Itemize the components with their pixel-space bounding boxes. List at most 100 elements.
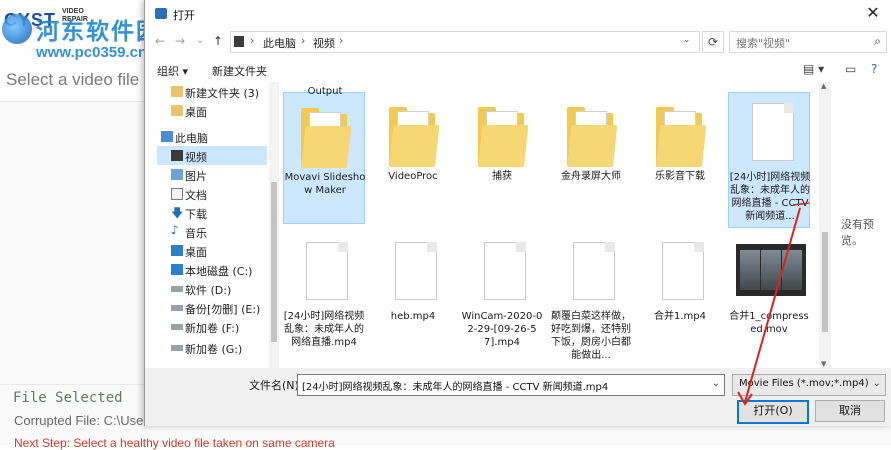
- nav-item-desktop-folder[interactable]: 桌面: [157, 101, 267, 120]
- video-file-icon: [484, 242, 526, 300]
- nav-item-label: 新加卷 (F:): [185, 322, 240, 335]
- nav-item-label: 本地磁盘 (C:): [185, 265, 253, 278]
- video-file-icon: [573, 242, 615, 300]
- next-step-text: Next Step: Select a healthy video file t…: [14, 436, 335, 450]
- dialog-app-icon: [155, 8, 167, 19]
- open-button[interactable]: 打开(O): [737, 400, 809, 424]
- nav-item-downloads[interactable]: 🡇 下载: [157, 203, 267, 222]
- nav-item-documents[interactable]: 文档: [157, 184, 267, 203]
- video-folder-icon: [234, 36, 244, 47]
- folder-icon: [171, 86, 183, 97]
- back-arrow-icon[interactable]: ←: [151, 32, 169, 50]
- file-item[interactable]: 乐影音下载: [639, 92, 721, 224]
- file-name: Movavi Slideshow Maker: [284, 172, 366, 196]
- nav-item-new-folder[interactable]: 新建文件夹 (3): [157, 82, 267, 101]
- organize-button[interactable]: 组织 ▾: [157, 63, 188, 79]
- recent-locations-chevron-icon[interactable]: ⌄: [191, 32, 209, 50]
- nav-item-label: 软件 (D:): [185, 284, 232, 297]
- scroll-up-icon[interactable]: ▲: [821, 82, 826, 90]
- forward-arrow-icon[interactable]: →: [171, 32, 189, 50]
- nav-item-videos[interactable]: 视频: [157, 146, 267, 165]
- file-item[interactable]: Output Movavi Slideshow Maker: [283, 86, 366, 224]
- file-item[interactable]: 捕获: [461, 92, 543, 224]
- drive-icon: [171, 264, 183, 275]
- address-dropdown-icon[interactable]: ⌄: [683, 35, 691, 45]
- cancel-button[interactable]: 取消: [815, 400, 885, 422]
- video-thumbnail: [736, 244, 806, 296]
- desktop-icon: [171, 245, 183, 256]
- address-bar[interactable]: › 此电脑 › 视频 › ⌄: [230, 31, 700, 53]
- view-options-icon[interactable]: ▤ ▾: [803, 62, 824, 76]
- file-list-scrollbar[interactable]: ▲ ▼: [819, 82, 831, 368]
- file-item[interactable]: [24小时]网络视频乱象：未成年人的网络直播 - CCTV 新闻频道...: [728, 92, 810, 228]
- drive-icon: [171, 324, 183, 330]
- up-arrow-icon[interactable]: ↑: [209, 32, 227, 50]
- file-name: 捕获: [492, 171, 512, 182]
- file-item[interactable]: [24小时]网络视频乱象：未成年人的网络直播.mp4: [283, 232, 365, 364]
- file-name: 金舟录屏大师: [561, 171, 621, 182]
- search-input[interactable]: 搜索"视频" ⌕: [729, 31, 887, 53]
- drive-icon: [171, 286, 183, 292]
- file-item[interactable]: 合并1_compressed.mov: [728, 232, 810, 364]
- help-icon[interactable]: ?: [871, 62, 877, 76]
- watermark-url: www.pc0359.cn: [36, 44, 148, 61]
- breadcrumb-separator-icon: ›: [301, 34, 306, 47]
- chevron-down-icon: ⌄: [872, 378, 881, 389]
- file-item[interactable]: 合并1.mp4: [639, 232, 721, 364]
- nav-item-drive-c[interactable]: 本地磁盘 (C:): [157, 260, 267, 279]
- nav-item-label: 图片: [185, 170, 207, 183]
- refresh-icon[interactable]: ⟳: [702, 31, 724, 53]
- filename-input[interactable]: [24小时]网络视频乱象：未成年人的网络直播 - CCTV 新闻频道.mp4 ⌄: [297, 374, 725, 396]
- nav-item-label: 桌面: [185, 246, 207, 259]
- nav-item-drive-e[interactable]: 备份[勿删] (E:): [157, 298, 267, 317]
- dialog-titlebar: 打开 ✕: [145, 0, 891, 27]
- file-type-filter[interactable]: Movie Files (*.mov;*.mp4) ⌄: [732, 374, 886, 396]
- scroll-down-icon[interactable]: ▼: [821, 360, 826, 368]
- select-video-prompt: Select a video file t: [6, 70, 149, 89]
- search-icon: ⌕: [874, 34, 881, 48]
- breadcrumb-videos[interactable]: 视频: [313, 35, 335, 51]
- nav-item-drive-g[interactable]: 新加卷 (G:): [157, 338, 267, 357]
- nav-item-label: 下载: [185, 208, 207, 221]
- breadcrumb-this-pc[interactable]: 此电脑: [263, 35, 296, 51]
- music-icon: ♪: [171, 223, 179, 237]
- nav-pane-scrollbar[interactable]: [269, 82, 279, 368]
- nav-item-desktop[interactable]: 桌面: [157, 241, 267, 260]
- open-file-dialog: 打开 ✕ ← → ⌄ ↑ › 此电脑 › 视频 › ⌄ ⟳ 搜索"视频" ⌕ 组…: [144, 0, 891, 426]
- scrollbar-thumb[interactable]: [822, 232, 828, 332]
- scrollbar-thumb[interactable]: [271, 182, 277, 342]
- nav-item-this-pc[interactable]: 此电脑: [157, 127, 267, 146]
- nav-item-drive-f[interactable]: 新加卷 (F:): [157, 317, 267, 336]
- new-folder-button[interactable]: 新建文件夹: [212, 63, 267, 79]
- file-item[interactable]: 金舟录屏大师: [550, 92, 632, 224]
- nav-item-label: 新建文件夹 (3): [185, 87, 260, 100]
- file-name: [24小时]网络视频乱象：未成年人的网络直播 - CCTV 新闻频道...: [729, 172, 811, 222]
- nav-item-label: 新加卷 (G:): [185, 343, 243, 356]
- nav-item-label: 桌面: [185, 106, 207, 119]
- drive-icon: [171, 345, 183, 351]
- folder-icon: [567, 107, 618, 167]
- file-name: [24小时]网络视频乱象：未成年人的网络直播.mp4: [283, 311, 365, 348]
- nav-item-drive-d[interactable]: 软件 (D:): [157, 279, 267, 298]
- filename-value: [24小时]网络视频乱象：未成年人的网络直播 - CCTV 新闻频道.mp4: [302, 382, 609, 393]
- drive-icon: [171, 305, 183, 311]
- nav-item-pictures[interactable]: 图片: [157, 165, 267, 184]
- computer-icon: [161, 131, 173, 142]
- close-icon[interactable]: ✕: [860, 2, 886, 24]
- folder-icon: [171, 105, 183, 116]
- chevron-down-icon[interactable]: ⌄: [712, 378, 720, 389]
- folder-icon: [656, 107, 707, 167]
- file-item[interactable]: WinCam-2020-02-29-[09-26-57].mp4: [461, 232, 543, 364]
- preview-pane-icon[interactable]: ▭: [845, 62, 856, 76]
- video-file-icon: [662, 242, 704, 300]
- folder-icon: [478, 107, 529, 167]
- file-name: Output: [307, 86, 343, 97]
- nav-item-music[interactable]: ♪ 音乐: [157, 222, 267, 241]
- video-file-icon: [306, 242, 348, 300]
- nav-item-label: 视频: [185, 151, 207, 164]
- file-item[interactable]: VideoProc: [372, 92, 454, 224]
- file-name: 乐影音下载: [655, 171, 705, 182]
- file-name: 合并1_compressed.mov: [729, 311, 809, 335]
- file-item[interactable]: 颠覆白菜这样做，好吃到爆，还特别下饭，厨房小白都能做出...: [550, 232, 632, 364]
- file-item[interactable]: heb.mp4: [372, 232, 454, 364]
